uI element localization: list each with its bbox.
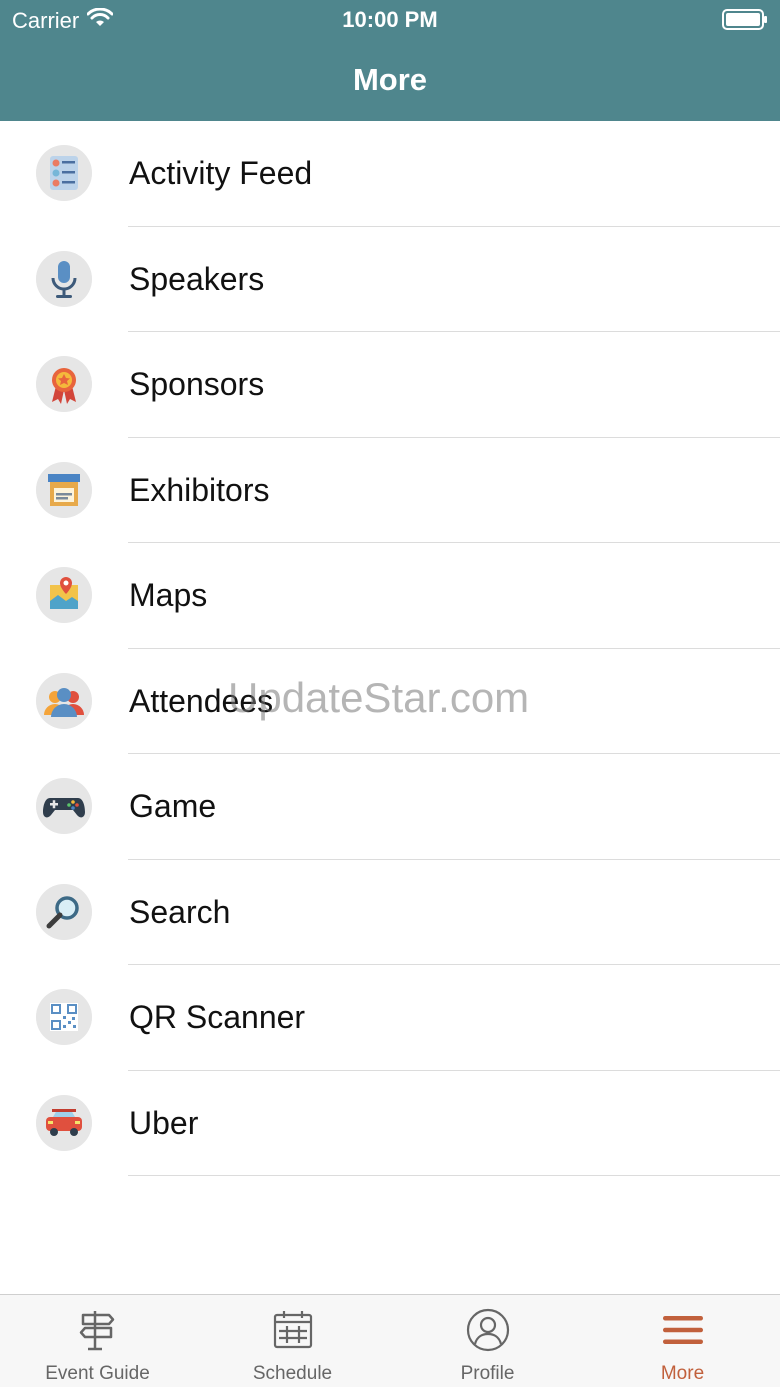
- menu-item-attendees[interactable]: Attendees: [0, 649, 780, 755]
- menu-item-label: Speakers: [129, 260, 265, 297]
- menu-item-maps[interactable]: Maps: [0, 543, 780, 649]
- menu-item-label: Search: [129, 893, 231, 930]
- magnifier-icon: [36, 883, 92, 940]
- menu-item-label: Exhibitors: [129, 471, 270, 508]
- menu-item-search[interactable]: Search: [0, 860, 780, 966]
- menu-item-label: Activity Feed: [129, 155, 313, 192]
- page-title: More: [352, 62, 428, 97]
- tab-label: Profile: [460, 1363, 515, 1384]
- award-ribbon-icon: [36, 356, 92, 412]
- menu-item-sponsors[interactable]: Sponsors: [0, 332, 780, 438]
- menu-item-qr-scanner[interactable]: QR Scanner: [0, 965, 780, 1071]
- signpost-icon: [75, 1307, 121, 1353]
- menu-item-game[interactable]: Game: [0, 754, 780, 860]
- calendar-icon: [270, 1307, 316, 1353]
- menu-item-label: Game: [129, 788, 217, 825]
- menu-item-label: QR Scanner: [129, 999, 306, 1036]
- menu-item-exhibitors[interactable]: Exhibitors: [0, 438, 780, 544]
- menu-list: Activity Feed Speakers Sponsors Exhibito…: [0, 121, 780, 1176]
- tab-profile[interactable]: Profile: [390, 1295, 585, 1387]
- tab-schedule[interactable]: Schedule: [195, 1295, 390, 1387]
- menu-item-speakers[interactable]: Speakers: [0, 227, 780, 333]
- menu-item-label: Uber: [129, 1104, 199, 1141]
- menu-item-label: Maps: [129, 577, 208, 614]
- gamepad-icon: [36, 778, 92, 834]
- tab-label: Event Guide: [45, 1363, 150, 1384]
- battery-icon: [722, 9, 768, 30]
- booth-icon: [36, 461, 92, 518]
- menu-item-label: Sponsors: [129, 366, 265, 403]
- menu-item-uber[interactable]: Uber: [0, 1071, 780, 1177]
- map-pin-icon: [36, 567, 92, 623]
- tab-label: More: [660, 1363, 705, 1384]
- status-time: 10:00 PM: [342, 7, 438, 32]
- user-icon: [465, 1307, 511, 1353]
- car-icon: [36, 1094, 92, 1151]
- microphone-icon: [36, 250, 92, 307]
- tab-event-guide[interactable]: Event Guide: [0, 1295, 195, 1387]
- header: Carrier 10:00 PM More: [0, 0, 780, 121]
- menu-item-label: Attendees: [129, 682, 274, 719]
- tab-label: Schedule: [252, 1363, 333, 1384]
- tab-bar: Event Guide Schedule Profile More: [0, 1294, 780, 1387]
- people-icon: [36, 672, 92, 729]
- menu-icon: [660, 1307, 706, 1353]
- menu-item-activity-feed[interactable]: Activity Feed: [0, 121, 780, 227]
- qr-code-icon: [36, 989, 92, 1045]
- tab-more[interactable]: More: [585, 1295, 780, 1387]
- activity-feed-icon: [36, 145, 92, 201]
- status-bar: Carrier 10:00 PM: [0, 0, 780, 40]
